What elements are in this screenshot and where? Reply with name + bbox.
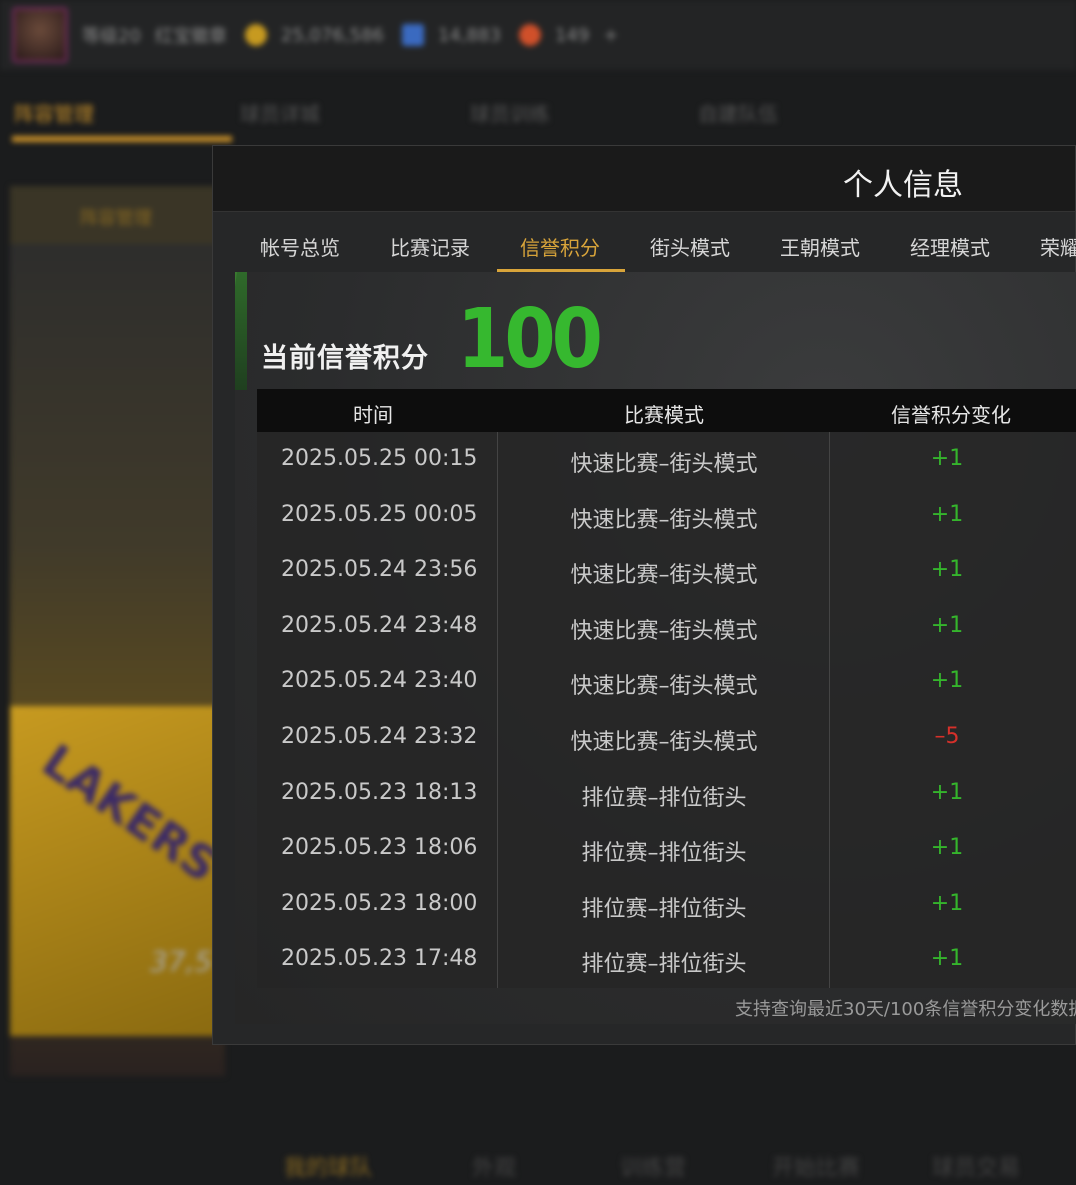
cell-change: +1 [930,501,964,527]
player-level: 等级20 [82,26,141,47]
accent-stripe [235,272,247,390]
cell-mode: 快速比赛–街头模式 [570,618,758,644]
cell-mode: 排位赛–排位街头 [581,896,747,922]
tab-street-mode[interactable]: 街头模式 [650,232,730,261]
header-time: 时间 [353,403,393,427]
cell-change: +1 [930,612,964,638]
bottom-nav-team[interactable]: 我的球队 [284,1150,372,1182]
personal-info-modal: 个人信息 帐号总览 比赛记录 信誉积分 街头模式 王朝模式 经理模式 荣耀 当前… [212,145,1076,1045]
tab-dynasty-mode[interactable]: 王朝模式 [780,232,860,261]
tab-match-records[interactable]: 比赛记录 [390,232,470,261]
table-row: 2025.05.23 18:13 排位赛–排位街头 +1 [257,766,1076,822]
modal-header: 个人信息 [213,146,1075,212]
table-body[interactable]: 2025.05.25 00:15 快速比赛–街头模式 +1 2025.05.25 00… [257,432,1076,988]
cell-change: +1 [930,946,964,972]
ticket-icon [401,24,424,46]
footer-note: 支持查询最近30天/100条信誉积分变化数据 [735,999,1076,1020]
top-status-bar: 等级20 红宝徽章 25,076,586 14,883 149 + [0,0,1076,70]
cell-change: +1 [930,446,964,471]
bottom-nav-camp[interactable]: 训练营 [620,1150,686,1182]
cell-mode: 快速比赛–街头模式 [570,674,758,700]
cell-mode: 排位赛–排位街头 [581,952,747,978]
cell-time: 2025.05.23 17:48 [281,946,478,972]
table-row: 2025.05.23 18:06 排位赛–排位街头 +1 [257,821,1076,877]
cell-time: 2025.05.24 23:32 [281,724,478,749]
cell-change: +1 [930,557,964,583]
table-row: 2025.05.23 18:00 排位赛–排位街头 +1 [257,877,1076,933]
bottom-nav-appearance[interactable]: 外观 [472,1150,516,1182]
cell-mode: 排位赛–排位街头 [581,841,747,867]
modal-tabs: 帐号总览 比赛记录 信誉积分 街头模式 王朝模式 经理模式 荣耀 [213,212,1076,272]
cell-change: +1 [930,779,964,805]
card-stat: 37,5 [150,945,213,978]
cell-time: 2025.05.24 23:48 [281,612,478,638]
gem-icon [518,24,541,46]
avatar[interactable] [12,7,68,63]
cell-change: –5 [934,724,960,749]
cell-time: 2025.05.23 18:06 [281,835,478,861]
nav-tab-custom[interactable]: 自建队伍 [698,98,778,127]
credit-history-table: 时间 比赛模式 信誉积分变化 2025.05.25 00:15 快速比赛–街头模式… [257,389,1076,988]
table-row: 2025.05.25 00:15 快速比赛–街头模式 +1 [257,432,1076,488]
nav-tab-players[interactable]: 球员详城 [240,98,320,127]
table-row: 2025.05.24 23:32 快速比赛–街头模式 –5 [257,710,1076,766]
cell-mode: 排位赛–排位街头 [581,785,747,811]
tickets-count: 14,883 [437,24,501,46]
cell-time: 2025.05.24 23:40 [281,668,478,694]
header-change: 信誉积分变化 [891,403,1011,427]
add-currency-icon[interactable]: + [603,25,618,46]
table-row: 2025.05.24 23:48 快速比赛–街头模式 +1 [257,599,1076,655]
table-row: 2025.05.25 00:05 快速比赛–街头模式 +1 [257,488,1076,544]
header-mode: 比赛模式 [624,403,704,427]
cell-change: +1 [930,835,964,861]
tab-credit-score[interactable]: 信誉积分 [520,232,600,261]
nav-tab-training[interactable]: 球员训练 [470,98,550,127]
bottom-nav-trade[interactable]: 球员交易 [932,1150,1020,1182]
player-jersey-image: LAKERS [10,706,228,1036]
gems-count: 149 [554,24,590,46]
tab-account-overview[interactable]: 帐号总览 [260,232,340,261]
cell-change: +1 [930,890,964,916]
credit-score-panel: 当前信誉积分 100 时间 比赛模式 信誉积分变化 2025.05.25 00:… [235,272,1076,1024]
badge-label: 红宝徽章 [154,26,227,47]
cell-time: 2025.05.25 00:15 [281,446,478,471]
cell-change: +1 [930,668,964,694]
cell-time: 2025.05.23 18:00 [281,890,478,916]
cell-mode: 快速比赛–街头模式 [570,730,758,755]
jersey-text: LAKERS [32,733,228,893]
player-card[interactable]: 阵容管理 LAKERS [10,186,228,1076]
card-header: 阵容管理 [80,208,152,229]
tab-manager-mode[interactable]: 经理模式 [910,232,990,261]
cell-mode: 快速比赛–街头模式 [570,563,758,589]
table-row: 2025.05.24 23:56 快速比赛–街头模式 +1 [257,543,1076,599]
bottom-nav-start[interactable]: 开始比赛 [772,1150,860,1182]
coin-icon [244,24,267,46]
tab-honor[interactable]: 荣耀 [1040,232,1076,261]
cell-mode: 快速比赛–街头模式 [570,452,758,477]
cell-mode: 快速比赛–街头模式 [570,507,758,533]
cell-time: 2025.05.24 23:56 [281,557,478,583]
bottom-nav: 我的球队 外观 训练营 开始比赛 球员交易 [0,1120,1076,1185]
table-row: 2025.05.24 23:40 快速比赛–街头模式 +1 [257,654,1076,710]
table-header: 时间 比赛模式 信誉积分变化 [257,389,1076,432]
table-row: 2025.05.23 17:48 排位赛–排位街头 +1 [257,932,1076,988]
nav-active-underline [12,136,232,142]
nav-tab-lineup[interactable]: 阵容管理 [14,98,94,127]
score-value: 100 [457,292,603,387]
cell-time: 2025.05.23 18:13 [281,779,478,805]
coins-count: 25,076,586 [280,24,384,46]
modal-title: 个人信息 [843,168,963,203]
cell-time: 2025.05.25 00:05 [281,501,478,527]
score-label: 当前信誉积分 [261,343,429,374]
